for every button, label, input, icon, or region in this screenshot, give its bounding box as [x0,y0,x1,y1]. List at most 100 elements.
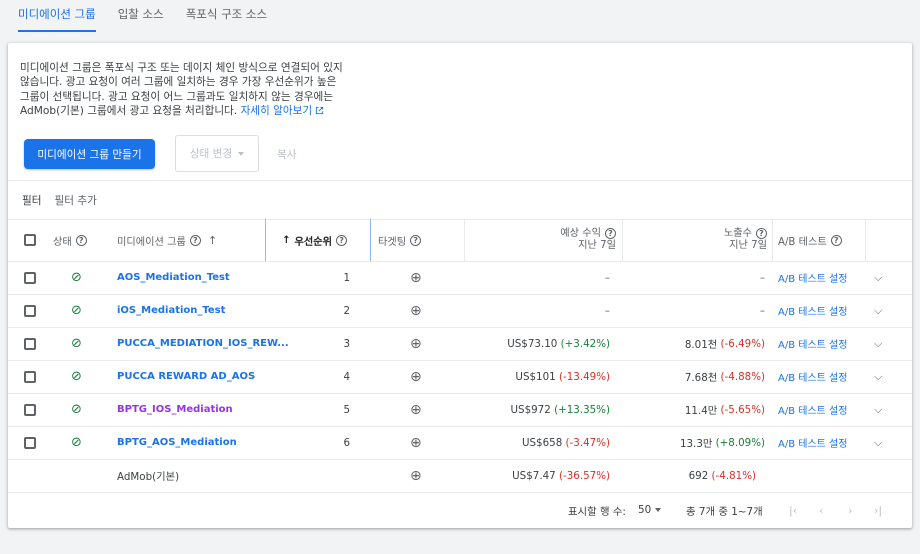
expand-chevron-icon[interactable]: ⌵ [874,360,882,393]
rows-per-page-value: 50 [638,504,652,516]
targeting-icon[interactable]: ⊕ [410,261,422,294]
group-name-link[interactable]: PUCCA REWARD AD_AOS [117,360,255,393]
header-revenue[interactable]: 예상 수익? 지난 7일 [518,219,616,261]
header-targeting[interactable]: 타겟팅? [378,219,422,261]
impressions-change: (-5.65%) [720,403,765,416]
row-checkbox[interactable] [24,370,36,383]
header-impressions[interactable]: 노출수? 지난 7일 [668,219,767,261]
group-name-link[interactable]: iOS_Mediation_Test [117,294,225,327]
add-filter-button[interactable]: 필터 추가 [55,193,97,208]
table-row[interactable]: ⊘ BPTG_IOS_Mediation 5 ⊕ US$972 (+13.35%… [8,393,912,426]
table-row[interactable]: ⊘ BPTG_AOS_Mediation 6 ⊕ US$658 (-3.47%)… [8,426,912,459]
impressions-change: (-6.49%) [720,337,765,350]
row-checkbox-cell[interactable] [24,261,36,294]
targeting-icon[interactable]: ⊕ [410,426,422,459]
header-impressions-period: 지난 7일 [729,240,767,251]
row-checkbox[interactable] [24,436,36,449]
header-priority[interactable]: ↑ 우선순위? [282,219,348,261]
description-line-1: 미디에이션 그룹은 폭포식 구조 또는 데이지 체인 방식으로 연결되어 있지 [20,62,343,74]
row-checkbox[interactable] [24,304,36,317]
ab-test-link[interactable]: A/B 테스트 설정 [778,360,847,393]
ab-test-link[interactable]: A/B 테스트 설정 [778,393,847,426]
ab-test-link[interactable]: A/B 테스트 설정 [778,261,847,294]
row-checkbox-cell[interactable] [24,426,36,459]
header-state[interactable]: 상태? [53,219,87,261]
expand-chevron-icon[interactable]: ⌵ [874,294,882,327]
revenue-value: US$972 [510,403,551,416]
targeting-icon[interactable]: ⊕ [410,459,422,492]
select-all-cell[interactable] [24,219,36,261]
tab-mediation-groups[interactable]: 미디에이션 그룹 [18,0,96,32]
impressions-value: 692 [688,469,709,482]
ab-test-link[interactable]: A/B 테스트 설정 [778,294,847,327]
caret-down-icon [655,508,662,512]
status-enabled-icon: ⊘ [71,270,82,285]
targeting-icon[interactable]: ⊕ [410,294,422,327]
impressions-cell: 692 (-4.81%) [628,459,756,492]
row-checkbox-cell[interactable] [24,327,36,360]
first-page-icon[interactable]: |‹ [789,492,797,528]
table-row[interactable]: ⊘ PUCCA_MEDIATION_IOS_REW... 3 ⊕ US$73.1… [8,327,912,360]
group-name-link[interactable]: PUCCA_MEDIATION_IOS_REW... [117,327,289,360]
row-checkbox-cell[interactable] [24,294,36,327]
row-checkbox[interactable] [24,403,36,416]
header-priority-label: 우선순위 [294,236,333,248]
tab-bidding-sources[interactable]: 입찰 소스 [118,0,164,32]
external-link-icon [316,107,324,115]
revenue-value: US$658 [521,436,563,449]
create-mediation-group-button[interactable]: 미디에이션 그룹 만들기 [24,139,155,169]
tab-waterfall-sources[interactable]: 폭포식 구조 소스 [186,0,267,32]
filter-bar: 필터 필터 추가 [22,193,97,208]
help-icon[interactable]: ? [410,234,422,246]
ab-test-link[interactable]: A/B 테스트 설정 [778,426,847,459]
row-checkbox-cell[interactable] [24,360,36,393]
revenue-value: US$101 [515,370,556,383]
table-row[interactable]: ⊘ PUCCA REWARD AD_AOS 4 ⊕ US$101 (-13.49… [8,360,912,393]
group-name-link[interactable]: BPTG_IOS_Mediation [117,393,233,426]
help-icon[interactable]: ? [830,234,842,246]
table-row-default: AdMob(기본) ⊕ US$7.47 (-36.57%) 692 (-4.81… [8,459,912,492]
next-page-icon[interactable]: › [848,492,852,528]
help-icon[interactable]: ? [756,228,767,239]
help-icon[interactable]: ? [189,234,201,246]
row-checkbox[interactable] [24,271,36,284]
group-name-link[interactable]: BPTG_AOS_Mediation [117,426,237,459]
table-row[interactable]: ⊘ AOS_Mediation_Test 1 ⊕ – – A/B 테스트 설정 … [8,261,912,294]
header-group[interactable]: 미디에이션 그룹? ↑ [117,219,217,261]
targeting-icon[interactable]: ⊕ [410,327,422,360]
change-state-button[interactable]: 상태 변경 [175,135,259,172]
priority-value: 3 [343,337,350,350]
copy-button[interactable]: 복사 [277,147,297,162]
last-page-icon[interactable]: ›| [874,492,882,528]
prev-page-icon[interactable]: ‹ [819,492,823,528]
impressions-value: 8.01천 [684,339,718,351]
caret-down-icon [238,151,245,156]
header-state-label: 상태 [53,236,72,248]
row-checkbox[interactable] [24,337,36,350]
ab-test-link[interactable]: A/B 테스트 설정 [778,327,847,360]
select-all-checkbox[interactable] [24,234,36,246]
targeting-icon[interactable]: ⊕ [410,393,422,426]
impressions-change: (-4.88%) [720,370,765,383]
header-revenue-period: 지난 7일 [578,240,616,251]
priority-value: 5 [343,403,350,416]
expand-chevron-icon[interactable]: ⌵ [874,426,882,459]
header-ab-test[interactable]: A/B 테스트? [778,219,842,261]
help-icon[interactable]: ? [605,228,616,239]
table-row[interactable]: ⊘ iOS_Mediation_Test 2 ⊕ – – A/B 테스트 설정 … [8,294,912,327]
expand-chevron-icon[interactable]: ⌵ [874,327,882,360]
targeting-icon[interactable]: ⊕ [410,360,422,393]
revenue-cell: US$73.10 (+3.42%) [478,327,610,360]
description-line-2: 않습니다. 광고 요청이 여러 그룹에 일치하는 경우 가장 우선순위가 높은 [20,76,337,89]
row-checkbox-cell[interactable] [24,393,36,426]
group-name-link[interactable]: AOS_Mediation_Test [117,261,230,294]
rows-per-page-select[interactable]: 50 [638,492,662,528]
arrow-up-icon: ↑ [282,234,291,246]
impressions-value: – [759,271,765,284]
help-icon[interactable]: ? [75,234,87,246]
learn-more-link[interactable]: 자세히 알아보기 [241,105,325,117]
expand-chevron-icon[interactable]: ⌵ [874,393,882,426]
priority-value: 2 [343,304,350,317]
help-icon[interactable]: ? [336,234,348,246]
expand-chevron-icon[interactable]: ⌵ [874,261,882,294]
